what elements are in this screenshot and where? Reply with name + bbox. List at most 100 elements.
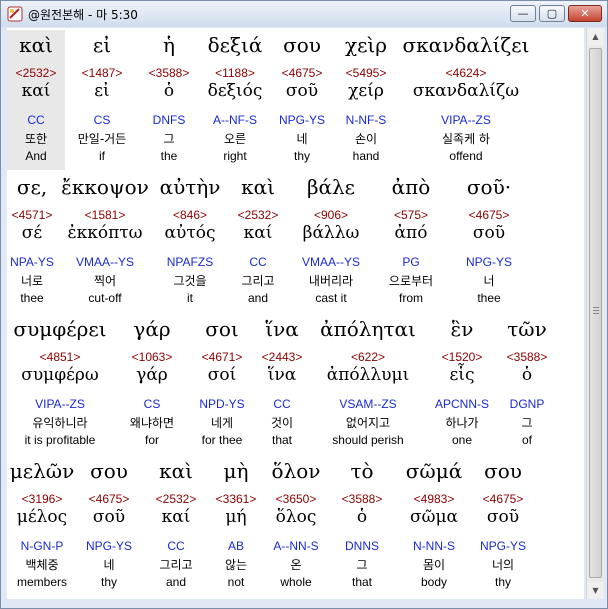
word-column[interactable]: γάρ <1063> γάρ CS 왜냐하면 for	[113, 314, 191, 454]
word-column[interactable]: ἀπόληται <622> ἀπόλλυμι VSAM--ZS 없어지고 should …	[311, 314, 425, 454]
lemma-word: συμφέρω	[21, 365, 99, 385]
maximize-button[interactable]: ▢	[539, 5, 565, 22]
parsing-code: CS	[143, 397, 161, 411]
word-column[interactable]: συμφέρει <4851> συμφέρω VIPA--ZS 유익하니라 it is …	[7, 314, 113, 454]
greek-word: μὴ	[223, 459, 249, 483]
parsing-code: APCNN-S	[434, 397, 489, 411]
word-column[interactable]: εἰ <1487> εἰ CS 만일-거든 if	[65, 30, 139, 170]
greek-word: συμφέρει	[13, 317, 107, 341]
interlinear-view: καὶ <2532> καί CC 또한 And εἰ <1487> εἰ CS 만일-거든 if ἡ <…	[7, 28, 584, 599]
english-gloss: offend	[449, 149, 483, 163]
english-gloss: it is profitable	[24, 433, 96, 447]
word-column[interactable]: ἓν <1520> εἷς APCNN-S 하나가 one	[425, 314, 499, 454]
scroll-up-arrow-icon[interactable]: ▲	[587, 28, 604, 45]
lemma-word: καί	[161, 507, 191, 527]
english-gloss: from	[399, 291, 423, 305]
korean-gloss: 너로	[20, 274, 44, 288]
english-gloss: the	[160, 149, 178, 163]
strongs-number: <906>	[313, 208, 349, 222]
strongs-number: <1520>	[441, 350, 483, 364]
minimize-icon: —	[517, 7, 529, 20]
word-column[interactable]: ἵνα <2443> ἵνα CC 것이 that	[253, 314, 311, 454]
word-column[interactable]: σοι <4671> σοί NPD-YS 네게 for thee	[191, 314, 253, 454]
word-column[interactable]: σε, <4571> σέ NPA-YS 너로 thee	[7, 172, 57, 312]
korean-gloss: 네게	[210, 416, 234, 430]
english-gloss: if	[99, 149, 105, 163]
parsing-code: CS	[93, 113, 111, 127]
word-column[interactable]: χεὶρ <5495> χείρ N-NF-S 손이 hand	[333, 30, 399, 170]
word-column[interactable]: καὶ <2532> καί CC 또한 And	[7, 30, 65, 170]
english-gloss: for	[144, 433, 159, 447]
word-column[interactable]: ἔκκοψον <1581> ἐκκόπτω VMAA--YS 찍어 cut-off	[57, 172, 153, 312]
word-column[interactable]: ὅλον <3650> ὅλος A--NN-S 온 whole	[257, 456, 335, 596]
word-column[interactable]: τῶν <3588> ὁ DGNP 그 of	[499, 314, 555, 454]
word-column[interactable]: σκανδαλίζει <4624> σκανδαλίζω VIPA--ZS 실족케 하…	[399, 30, 533, 170]
parsing-code: DNNS	[344, 539, 379, 553]
title-bar[interactable]: @원전본해 - 마 5:30 — ▢ ✕	[1, 1, 607, 27]
greek-word: σου	[283, 33, 321, 57]
parsing-code: VIPA--ZS	[441, 113, 491, 127]
word-column[interactable]: σου <4675> σοῦ NPG-YS 네 thy	[77, 456, 141, 596]
lemma-word: βάλλω	[302, 223, 360, 243]
english-gloss: right	[223, 149, 247, 163]
strongs-number: <4675>	[281, 66, 323, 80]
strongs-number: <622>	[350, 350, 386, 364]
strongs-number: <4671>	[201, 350, 243, 364]
parsing-code: NPG-YS	[465, 255, 512, 269]
word-column[interactable]: αὐτὴν <846> αὐτός NPAFZS 그것을 it	[153, 172, 227, 312]
word-column[interactable]: καὶ <2532> καί CC 그리고 and	[227, 172, 289, 312]
english-gloss: whole	[280, 575, 312, 589]
word-column[interactable]: σου <4675> σοῦ NPG-YS 너의 thy	[463, 456, 543, 596]
parsing-code: DNFS	[152, 113, 186, 127]
korean-gloss: 네	[296, 132, 308, 146]
strongs-number: <3588>	[341, 492, 383, 506]
scrollbar-thumb[interactable]	[589, 48, 602, 578]
greek-word: ἡ	[163, 33, 175, 57]
korean-gloss: 그리고	[159, 558, 193, 572]
lemma-word: ὁ	[356, 507, 368, 527]
english-gloss: cast it	[315, 291, 347, 305]
english-gloss: hand	[352, 149, 380, 163]
word-column[interactable]: βάλε <906> βάλλω VMAA--YS 내버리라 cast it	[289, 172, 373, 312]
vertical-scrollbar[interactable]: ▲ ▼	[586, 28, 604, 599]
scroll-down-arrow-icon[interactable]: ▼	[587, 582, 604, 599]
strongs-number: <4675>	[88, 492, 130, 506]
strongs-number: <2532>	[155, 492, 197, 506]
word-column[interactable]: τὸ <3588> ὁ DNNS 그 that	[335, 456, 389, 596]
lemma-word: ὁ	[163, 81, 175, 101]
english-gloss: of	[521, 433, 532, 447]
word-column[interactable]: καὶ <2532> καί CC 그리고 and	[141, 456, 211, 596]
parsing-code: VIPA--ZS	[35, 397, 85, 411]
close-button[interactable]: ✕	[568, 5, 602, 22]
word-column[interactable]: σοῦ· <4675> σοῦ NPG-YS 너 thee	[449, 172, 529, 312]
lemma-word: μή	[225, 507, 247, 527]
english-gloss: And	[25, 149, 47, 163]
greek-word: ἀπόληται	[320, 317, 416, 341]
grip-line	[593, 307, 599, 308]
word-column[interactable]: ἀπὸ <575> ἀπό PG 으로부터 from	[373, 172, 449, 312]
lemma-word: σέ	[21, 223, 43, 243]
word-column[interactable]: ἡ <3588> ὁ DNFS 그 the	[139, 30, 199, 170]
strongs-number: <846>	[172, 208, 208, 222]
word-column[interactable]: σου <4675> σοῦ NPG-YS 네 thy	[271, 30, 333, 170]
strongs-number: <4675>	[482, 492, 524, 506]
strongs-number: <2532>	[15, 66, 57, 80]
korean-gloss: 찍어	[93, 274, 117, 288]
parsing-code: NPD-YS	[199, 397, 245, 411]
parsing-code: CC	[249, 255, 267, 269]
strongs-number: <1188>	[215, 66, 255, 80]
english-gloss: and	[247, 291, 269, 305]
korean-gloss: 만일-거든	[77, 132, 127, 146]
english-gloss: one	[451, 433, 473, 447]
word-column[interactable]: μελῶν <3196> μέλος N-GN-P 백체중 members	[7, 456, 77, 596]
korean-gloss: 그	[521, 416, 533, 430]
english-gloss: thy	[494, 575, 511, 589]
korean-gloss: 또한	[24, 132, 48, 146]
lemma-word: ἀπό	[394, 223, 428, 243]
word-column[interactable]: δεξιά <1188> δεξιός A--NF-S 오른 right	[199, 30, 271, 170]
greek-word: βάλε	[306, 175, 356, 199]
word-column[interactable]: μὴ <3361> μή AB 않는 not	[211, 456, 261, 596]
minimize-button[interactable]: —	[510, 5, 536, 22]
greek-word: καὶ	[159, 459, 193, 483]
strongs-number: <4675>	[468, 208, 510, 222]
